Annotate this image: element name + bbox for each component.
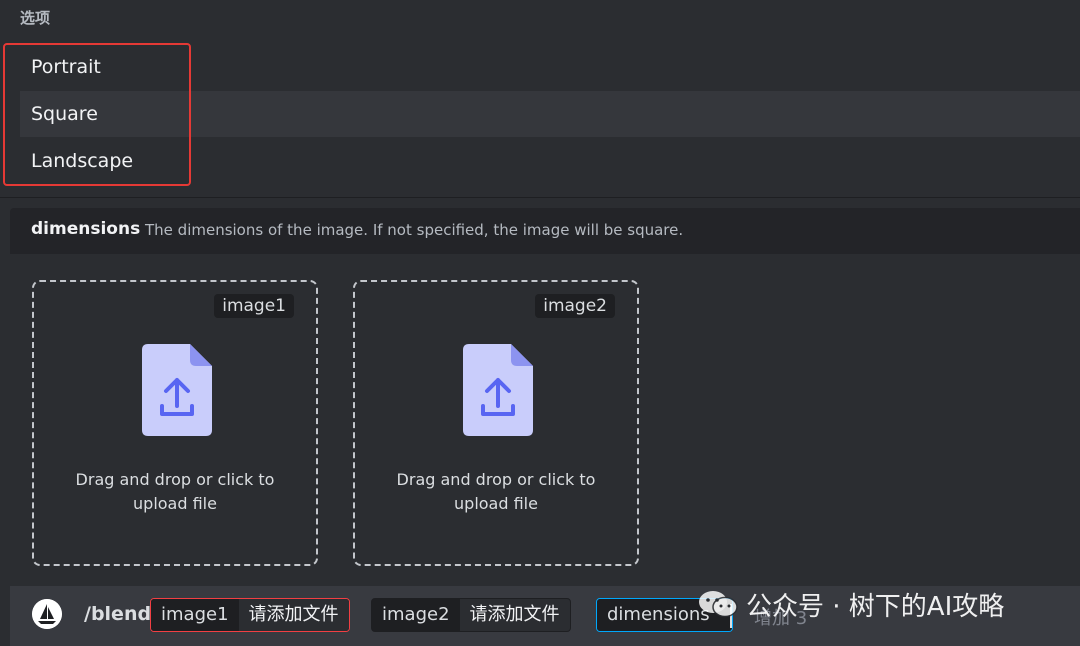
option-square[interactable]: Square xyxy=(20,91,1080,137)
upload-dropzone-image2[interactable]: image2 Drag and drop or click to upload … xyxy=(353,280,639,566)
parameter-name: dimensions xyxy=(31,219,141,239)
param-chip-image2[interactable]: image2 请添加文件 xyxy=(371,598,571,632)
option-portrait[interactable]: Portrait xyxy=(20,44,1080,90)
upload-label: image1 xyxy=(214,294,294,318)
parameter-description: The dimensions of the image. If not spec… xyxy=(145,221,684,239)
option-landscape[interactable]: Landscape xyxy=(20,138,1080,184)
upload-label: image2 xyxy=(535,294,615,318)
command-name: /blend xyxy=(84,603,152,625)
upload-area: image1 Drag and drop or click to upload … xyxy=(10,254,1080,584)
parameter-hint-bar: dimensions The dimensions of the image. … xyxy=(10,208,1080,254)
upload-instruction: Drag and drop or click to upload file xyxy=(396,470,596,513)
watermark-text: 公众号 · 树下的AI攻略 xyxy=(746,591,1005,622)
sailboat-avatar-icon xyxy=(32,599,62,629)
param-value: 请添加文件 xyxy=(459,599,570,631)
wechat-icon xyxy=(699,591,738,618)
param-key: image1 xyxy=(151,599,239,631)
param-key: image2 xyxy=(372,599,460,631)
upload-file-icon xyxy=(463,344,533,436)
param-chip-image1[interactable]: image1 请添加文件 xyxy=(150,598,350,632)
upload-dropzone-image1[interactable]: image1 Drag and drop or click to upload … xyxy=(32,280,318,566)
upload-file-icon xyxy=(142,344,212,436)
upload-instruction: Drag and drop or click to upload file xyxy=(75,470,275,513)
param-value: 请添加文件 xyxy=(238,599,349,631)
options-dropdown: 选项 Portrait Square Landscape xyxy=(0,0,1080,198)
watermark: 公众号 · 树下的AI攻略 xyxy=(698,584,1004,624)
options-header: 选项 xyxy=(20,9,51,27)
